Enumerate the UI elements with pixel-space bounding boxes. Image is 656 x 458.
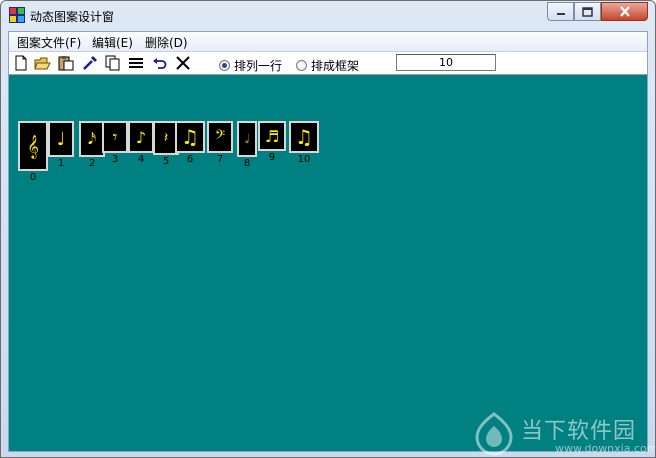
watermark-text: 当下软件园 — [521, 419, 637, 444]
open-folder-icon — [33, 57, 51, 69]
close-button[interactable] — [601, 2, 648, 21]
radio-arrange-row-label: 排列一行 — [234, 59, 283, 73]
radio-dot[interactable] — [219, 60, 230, 71]
symbol-index-label: 6 — [186, 154, 194, 165]
pattern-canvas[interactable]: 𝄞 0 ♩ 1 𝅘𝅥𝅯 2 𝄾 3 ♪ 4 𝄽 5 ♫ 6 𝄢 7 𝅗𝅥 8 ♬ 9 ♫ 10 当下软件园 www.dow… — [9, 75, 655, 456]
new-file-icon — [15, 55, 27, 71]
watermark-url: www.downxia.com — [555, 442, 656, 455]
symbol-index-label: 10 — [297, 154, 311, 165]
menu-bar: 图案文件(F) 编辑(E) 删除(D) — [9, 32, 647, 52]
minimize-icon — [556, 12, 565, 15]
minimize-button[interactable] — [547, 2, 574, 21]
client-area: 图案文件(F) 编辑(E) 删除(D) 排列一行 排成框架 10 𝄞 0 ♩ 1… — [8, 31, 655, 456]
copy-icon — [105, 55, 120, 71]
symbol-index-label: 4 — [137, 154, 145, 165]
symbol-tile[interactable]: ♬ — [258, 121, 286, 151]
app-icon — [9, 7, 25, 23]
open-button[interactable] — [33, 54, 51, 72]
copy-button[interactable] — [104, 54, 122, 72]
symbol-tile[interactable]: 𝄾 — [102, 121, 128, 153]
paste-icon — [58, 56, 74, 71]
symbol-tile[interactable]: 𝄢 — [207, 121, 233, 153]
paste-button[interactable] — [57, 54, 75, 72]
symbol-tile[interactable]: ♪ — [128, 121, 154, 153]
maximize-button[interactable] — [574, 2, 601, 21]
undo-button[interactable] — [151, 54, 169, 72]
symbol-index-label: 2 — [88, 158, 96, 169]
symbol-index-label: 7 — [216, 154, 224, 165]
radio-dot[interactable] — [296, 60, 307, 71]
delete-button[interactable] — [174, 54, 192, 72]
new-file-button[interactable] — [12, 54, 30, 72]
eyedropper-icon — [83, 56, 97, 70]
radio-arrange-frame-label: 排成框架 — [311, 59, 360, 73]
count-field[interactable]: 10 — [396, 54, 496, 71]
delete-x-icon — [176, 56, 190, 70]
symbol-index-label: 0 — [29, 172, 37, 183]
symbol-tile[interactable]: ♩ — [48, 121, 74, 157]
title-bar[interactable]: 动态图案设计窗 — [1, 1, 655, 31]
menu-file[interactable]: 图案文件(F) — [17, 34, 81, 51]
list-button[interactable] — [127, 54, 145, 72]
symbol-tile[interactable]: 𝄞 — [18, 121, 48, 171]
symbol-tile[interactable]: 𝅗𝅥 — [237, 121, 257, 157]
app-window: 动态图案设计窗 图案文件(F) 编辑(E) 删除(D) 排列一行 排成框架 10… — [0, 0, 656, 458]
symbol-index-label: 5 — [162, 156, 170, 167]
menu-edit[interactable]: 编辑(E) — [92, 34, 133, 51]
maximize-icon — [582, 6, 593, 17]
watermark-logo-icon — [475, 412, 513, 456]
symbol-index-label: 1 — [57, 158, 65, 169]
symbol-tile[interactable]: ♫ — [289, 121, 319, 153]
toolbar: 排列一行 排成框架 10 — [9, 52, 647, 75]
radio-arrange-row[interactable]: 排列一行 — [219, 57, 282, 74]
symbol-tile[interactable]: ♫ — [175, 121, 205, 153]
list-icon — [129, 58, 143, 68]
symbol-index-label: 9 — [268, 152, 276, 163]
undo-icon — [153, 58, 167, 69]
close-icon — [619, 6, 630, 17]
symbol-index-label: 8 — [243, 158, 251, 169]
symbol-index-label: 3 — [111, 154, 119, 165]
eyedropper-button[interactable] — [81, 54, 99, 72]
radio-arrange-frame[interactable]: 排成框架 — [296, 57, 359, 74]
menu-delete[interactable]: 删除(D) — [145, 34, 188, 51]
window-title: 动态图案设计窗 — [30, 10, 115, 24]
